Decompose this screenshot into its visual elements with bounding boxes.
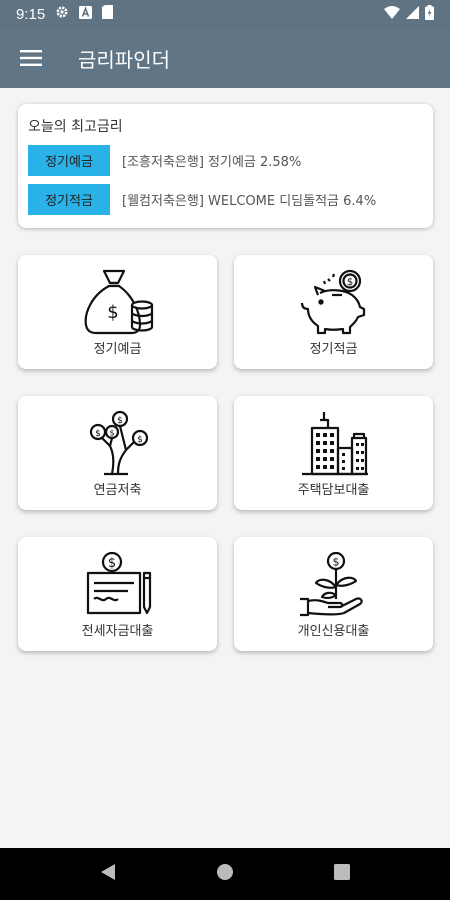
rate-row[interactable]: 정기적금 [웰컴저축은행] WELCOME 디딤돌적금 6.4% bbox=[28, 183, 423, 216]
recents-square-icon bbox=[334, 864, 350, 880]
rate-row[interactable]: 정기예금 [조흥저축은행] 정기예금 2.58% bbox=[28, 144, 423, 177]
signal-icon bbox=[406, 5, 419, 23]
status-bar: 9:15 bbox=[0, 0, 450, 28]
tile-pension-savings[interactable]: $ $ $ $ 연금저축 bbox=[18, 396, 217, 510]
svg-text:$: $ bbox=[95, 429, 101, 439]
status-time: 9:15 bbox=[16, 5, 46, 23]
svg-text:$: $ bbox=[346, 277, 352, 288]
top-rates-heading: 오늘의 최고금리 bbox=[28, 119, 123, 135]
menu-button[interactable] bbox=[0, 28, 62, 88]
tile-mortgage-loan[interactable]: 주택담보대출 bbox=[234, 396, 433, 510]
svg-text:$: $ bbox=[117, 416, 123, 426]
battery-icon bbox=[425, 4, 434, 24]
money-bag-icon: $ bbox=[84, 269, 153, 335]
tile-personal-credit-loan[interactable]: $ 개인신용대출 bbox=[234, 537, 433, 651]
app-bar: 금리파인더 bbox=[0, 28, 450, 88]
home-button[interactable] bbox=[216, 863, 234, 885]
contract-icon: $ bbox=[86, 551, 151, 615]
tile-time-deposit[interactable]: $ 정기예금 bbox=[18, 255, 217, 369]
home-circle-icon bbox=[217, 864, 233, 880]
recents-button[interactable] bbox=[334, 864, 350, 884]
wifi-icon bbox=[384, 5, 400, 23]
rate-text: [웰컴저축은행] WELCOME 디딤돌적금 6.4% bbox=[122, 194, 377, 209]
svg-text:$: $ bbox=[107, 556, 115, 571]
app-title: 금리파인더 bbox=[78, 47, 170, 72]
rate-badge-savings[interactable]: 정기적금 bbox=[28, 184, 110, 215]
tile-label: 전세자금대출 bbox=[81, 624, 154, 639]
buildings-icon bbox=[301, 412, 368, 476]
hand-plant-icon: $ bbox=[299, 551, 363, 617]
rate-text: [조흥저축은행] 정기예금 2.58% bbox=[122, 155, 302, 170]
system-nav-bar bbox=[0, 848, 450, 900]
svg-text:$: $ bbox=[109, 429, 114, 438]
hamburger-menu-icon bbox=[20, 50, 42, 66]
svg-text:$: $ bbox=[107, 302, 118, 323]
tile-jeonse-loan[interactable]: $ 전세자금대출 bbox=[18, 537, 217, 651]
top-rates-card: 오늘의 최고금리 정기예금 [조흥저축은행] 정기예금 2.58% 정기적금 [… bbox=[18, 104, 433, 228]
svg-text:$: $ bbox=[137, 435, 143, 445]
money-tree-icon: $ $ $ $ bbox=[89, 410, 148, 476]
tile-label: 연금저축 bbox=[93, 483, 142, 498]
rate-badge-deposit[interactable]: 정기예금 bbox=[28, 145, 110, 176]
settings-icon bbox=[55, 5, 69, 23]
back-button[interactable] bbox=[100, 863, 116, 885]
sim-card-icon bbox=[102, 5, 114, 23]
svg-text:$: $ bbox=[332, 556, 339, 569]
tile-label: 정기예금 bbox=[93, 342, 142, 357]
tile-installment-savings[interactable]: $ 정기적금 bbox=[234, 255, 433, 369]
tile-label: 개인신용대출 bbox=[297, 624, 370, 639]
font-icon bbox=[79, 5, 93, 23]
tile-label: 정기적금 bbox=[309, 342, 358, 357]
piggy-bank-icon: $ bbox=[300, 269, 365, 335]
back-triangle-icon bbox=[101, 864, 115, 880]
tile-label: 주택담보대출 bbox=[297, 483, 370, 498]
